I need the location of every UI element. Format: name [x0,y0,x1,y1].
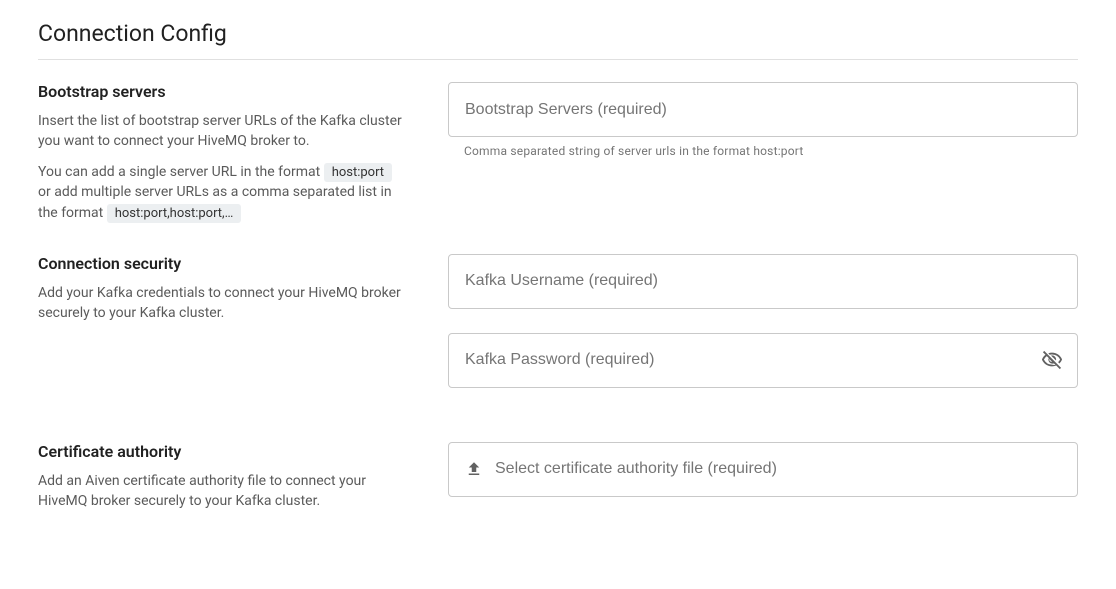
section-connection-security: Connection security Add your Kafka crede… [38,254,1078,412]
upload-icon [465,460,483,478]
security-desc: Add your Kafka credentials to connect yo… [38,283,408,324]
bootstrap-servers-hint: Comma separated string of server urls in… [464,144,1078,158]
visibility-off-icon[interactable] [1040,348,1064,372]
bootstrap-desc-2: You can add a single server URL in the f… [38,162,408,224]
page-title: Connection Config [38,20,1078,60]
select-certificate-file-label: Select certificate authority file (requi… [495,460,777,478]
cert-desc: Add an Aiven certificate authority file … [38,471,408,512]
code-host-port-multi: host:port,host:port,… [107,204,242,223]
code-host-port: host:port [324,163,392,182]
cert-controls: Select certificate authority file (requi… [448,442,1078,512]
security-controls [448,254,1078,412]
security-heading: Connection security [38,254,408,273]
kafka-username-input[interactable] [448,254,1078,309]
bootstrap-info: Bootstrap servers Insert the list of boo… [38,82,448,224]
security-info: Connection security Add your Kafka crede… [38,254,448,412]
section-bootstrap-servers: Bootstrap servers Insert the list of boo… [38,82,1078,224]
select-certificate-file-button[interactable]: Select certificate authority file (requi… [448,442,1078,497]
bootstrap-desc-1: Insert the list of bootstrap server URLs… [38,111,408,152]
cert-heading: Certificate authority [38,442,408,461]
bootstrap-heading: Bootstrap servers [38,82,408,101]
bootstrap-desc-2a: You can add a single server URL in the f… [38,164,324,180]
bootstrap-servers-input[interactable] [448,82,1078,137]
section-certificate-authority: Certificate authority Add an Aiven certi… [38,442,1078,512]
kafka-password-input[interactable] [448,333,1078,388]
bootstrap-controls: Comma separated string of server urls in… [448,82,1078,224]
cert-info: Certificate authority Add an Aiven certi… [38,442,448,512]
